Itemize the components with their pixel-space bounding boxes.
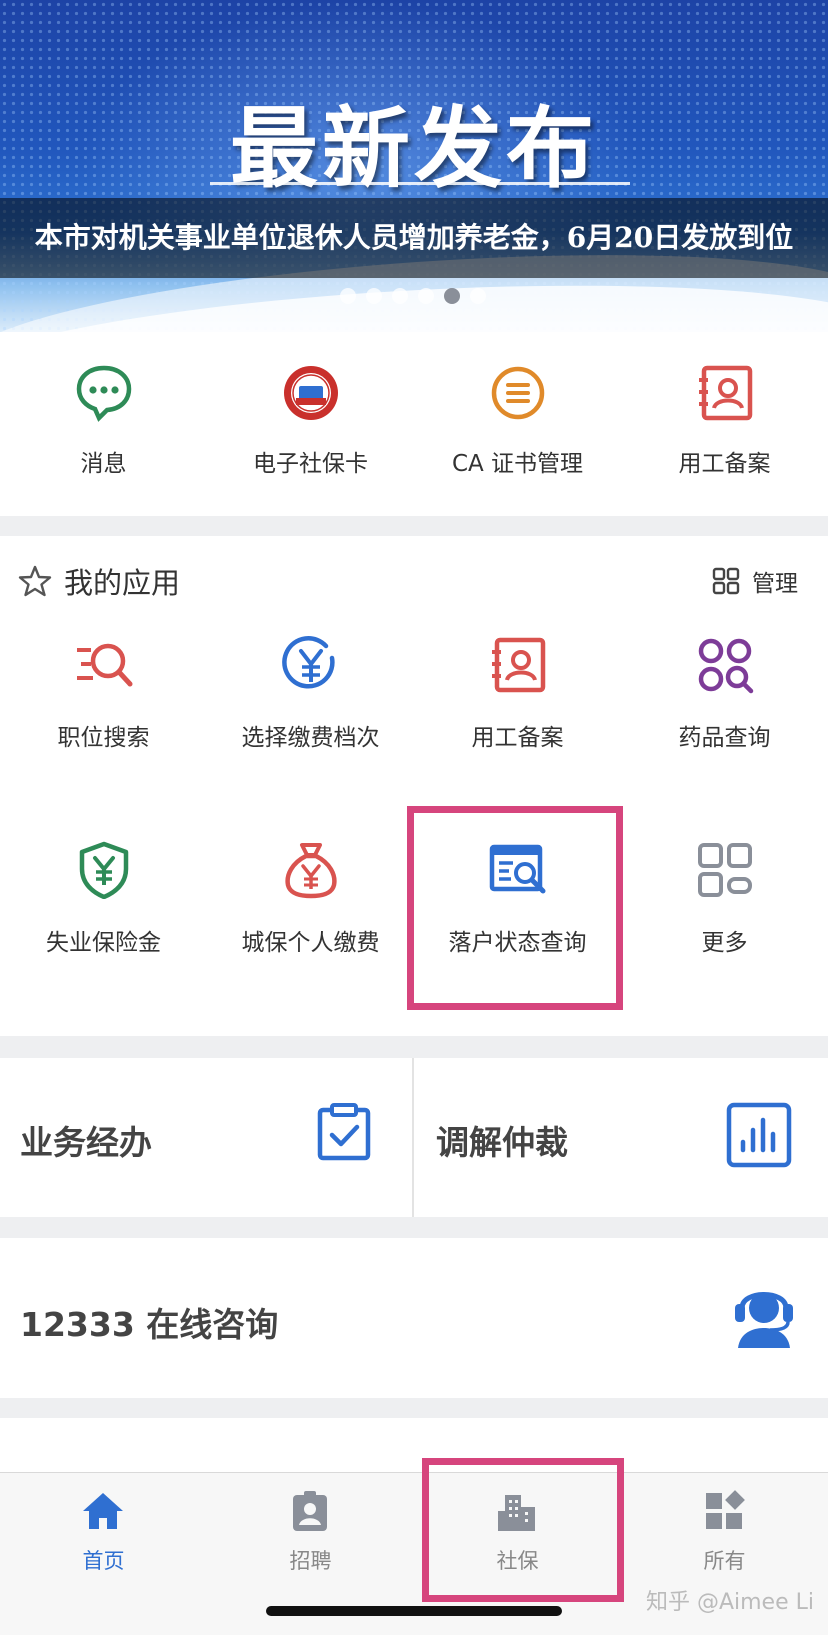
content-spacer [0,1418,828,1472]
quick-item-ss-card[interactable]: 电子社保卡 [207,332,414,516]
pager-dot[interactable] [470,288,486,304]
mediation-arbitration-title: 调解仲裁 [436,1123,568,1162]
banner-underline [210,182,630,185]
mediation-arbitration-card[interactable]: 调解仲裁 [414,1058,828,1217]
home-indicator [266,1606,562,1616]
banner-headline: 最新发布 [229,96,598,200]
watermark: 知乎 @Aimee Li [645,1590,814,1615]
app-payment-tier[interactable]: 选择缴费档次 [207,636,414,786]
online-consult-card[interactable]: 12333 在线咨询 [0,1238,828,1398]
app-label: 更多 [701,930,748,956]
business-handling-title: 业务经办 [20,1123,152,1162]
star-outline-icon [18,565,52,597]
online-consult-title: 12333 在线咨询 [20,1305,279,1344]
my-apps-header: 我的应用 [18,556,180,606]
money-bag-icon [285,843,337,899]
grid-icon [712,567,740,595]
manage-button[interactable]: 管理 [712,564,798,598]
news-banner[interactable]: 最新发布 本市对机关事业单位退休人员增加养老金，6月20日发放到位 [0,0,828,332]
badge-icon [293,1491,327,1531]
quick-actions: 消息 电子社保卡 CA 证书管理 用工备案 [0,332,828,516]
quick-item-ca-cert[interactable]: CA 证书管理 [414,332,621,516]
app-medicine-query[interactable]: 药品查询 [621,636,828,786]
my-apps-title: 我的应用 [64,566,181,600]
quick-item-label: 电子社保卡 [253,451,368,477]
banner-pager [340,288,486,304]
app-label: 失业保险金 [46,930,161,956]
pager-dot[interactable] [340,288,356,304]
certificate-list-icon [491,366,545,420]
tab-label: 首页 [82,1549,125,1573]
business-section: 业务经办 调解仲裁 [0,1058,828,1217]
apps-icon [706,1490,745,1529]
quick-item-employment-record[interactable]: 用工备案 [621,332,828,516]
more-grid-icon [698,843,752,897]
tab-label: 招聘 [289,1549,332,1573]
highlight-box-residency [407,806,623,1010]
social-security-card-seal-icon [284,366,338,420]
app-more[interactable]: 更多 [621,841,828,991]
employee-record-icon [699,365,753,421]
app-label: 城保个人缴费 [241,930,380,956]
app-unemployment-insurance[interactable]: 失业保险金 [0,841,207,991]
pager-dot[interactable] [418,288,434,304]
quick-item-messages[interactable]: 消息 [0,332,207,516]
pager-dot-active[interactable] [444,288,460,304]
employee-record-icon [492,637,546,693]
quick-item-label: CA 证书管理 [451,451,584,477]
app-city-insurance-payment[interactable]: 城保个人缴费 [207,841,414,991]
banner-caption[interactable]: 本市对机关事业单位退休人员增加养老金，6月20日发放到位 [0,198,828,278]
manage-label: 管理 [752,571,798,597]
business-handling-card[interactable]: 业务经办 [0,1058,414,1217]
app-label: 选择缴费档次 [241,725,380,751]
job-search-icon [77,643,133,687]
app-label: 职位搜索 [57,725,150,751]
app-employment-record[interactable]: 用工备案 [414,636,621,786]
app-label: 用工备案 [471,725,564,751]
yuan-shield-icon [79,841,129,899]
quick-item-label: 消息 [80,451,127,477]
chat-bubble-icon [76,365,132,422]
my-apps-row-1: 职位搜索 选择缴费档次 用工备案 药品查询 [0,636,828,786]
app-job-search[interactable]: 职位搜索 [0,636,207,786]
home-icon [83,1493,123,1529]
app-label: 药品查询 [678,725,771,751]
pager-dot[interactable] [366,288,382,304]
yuan-coin-icon [282,636,335,689]
clipboard-check-icon [317,1103,371,1161]
pager-dot[interactable] [392,288,408,304]
medicine-query-icon [698,638,754,694]
quick-item-label: 用工备案 [678,451,771,477]
highlight-box-social-tab [422,1458,624,1602]
headset-agent-icon [735,1292,793,1348]
bar-chart-icon [726,1102,792,1168]
tab-label: 所有 [703,1549,746,1573]
tab-home[interactable]: 首页 [0,1473,207,1635]
